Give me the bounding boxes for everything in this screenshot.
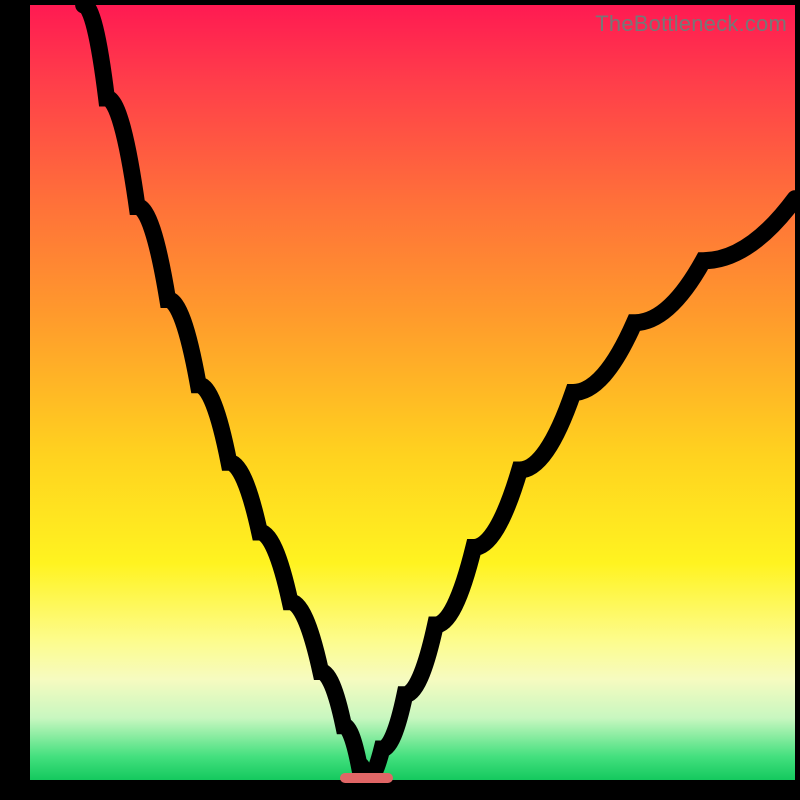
watermark-text: TheBottleneck.com — [595, 11, 787, 37]
left-curve — [84, 5, 367, 780]
chart-frame: TheBottleneck.com — [0, 0, 800, 800]
right-curve — [367, 199, 795, 780]
bottleneck-marker — [340, 773, 394, 783]
curve-layer — [30, 5, 795, 780]
plot-area: TheBottleneck.com — [30, 5, 795, 780]
